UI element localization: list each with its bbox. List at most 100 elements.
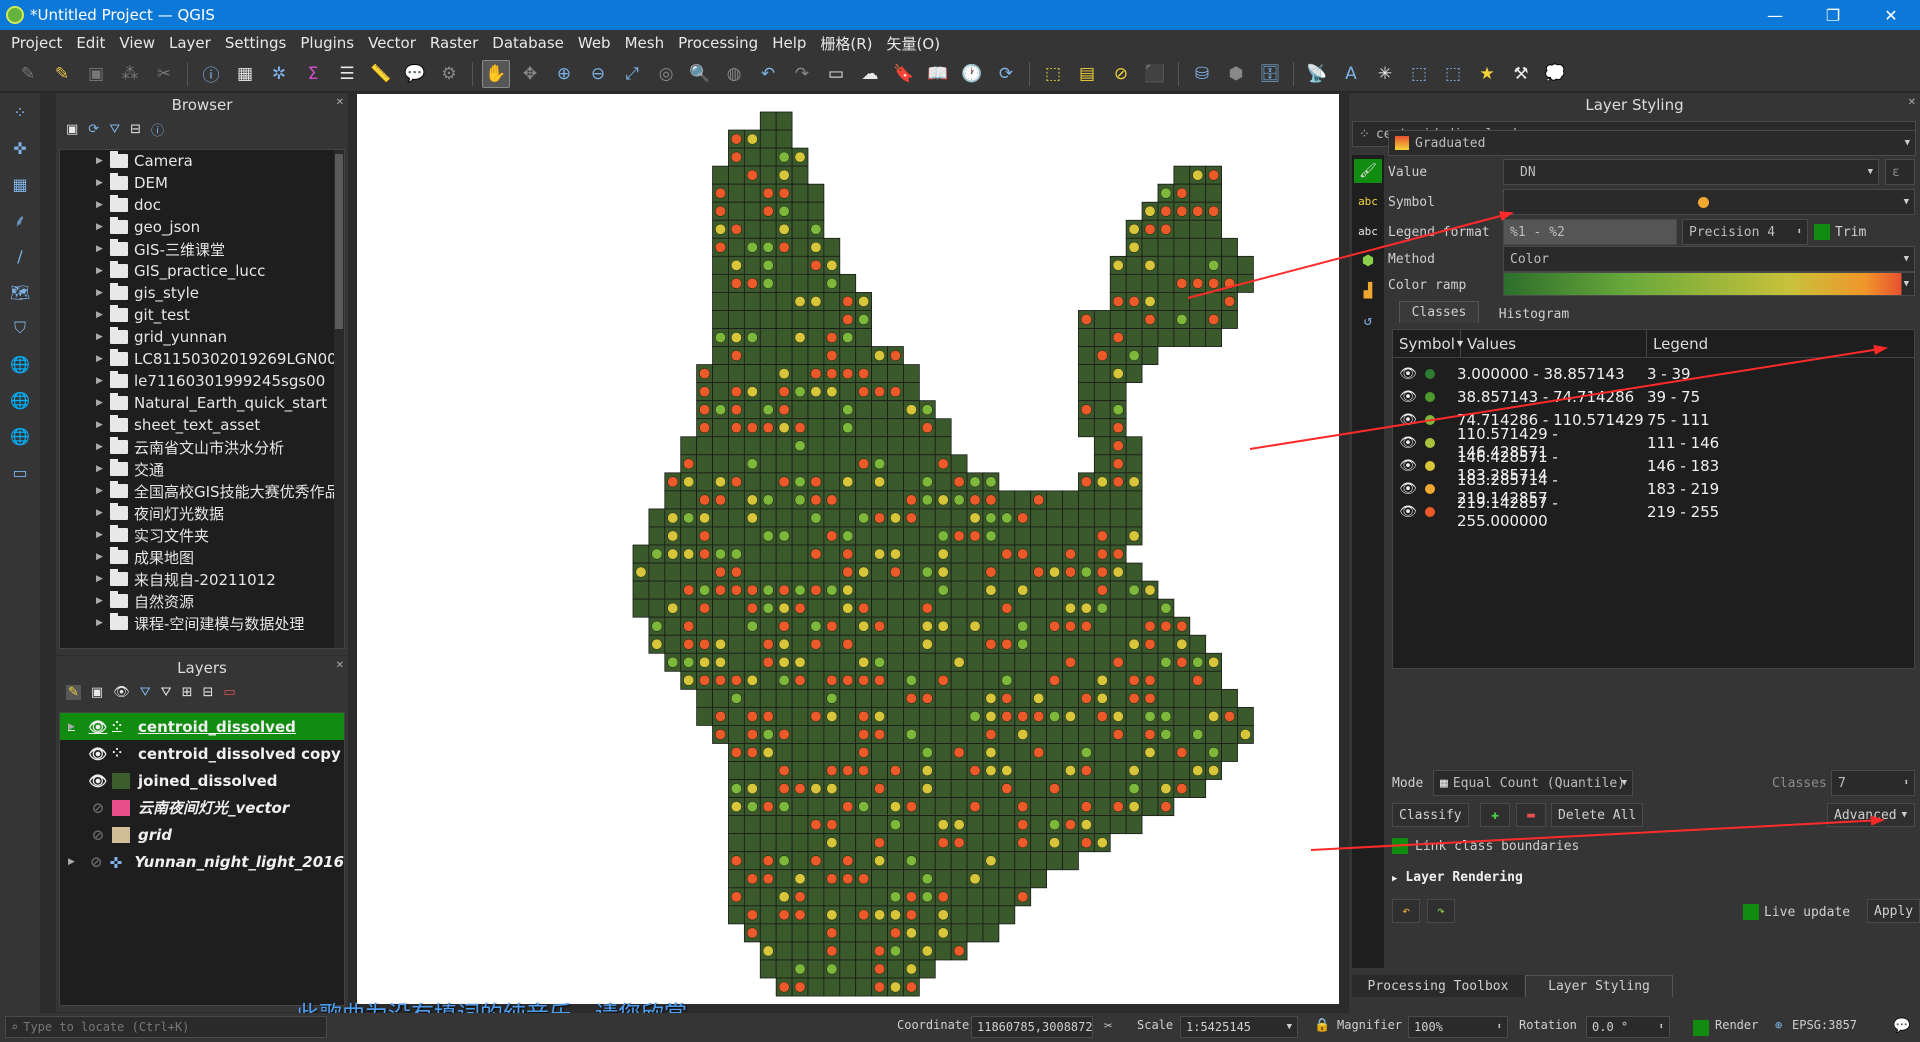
tab-histogram[interactable]: Histogram [1484, 303, 1584, 325]
expand-arrow-icon[interactable]: ▶ [96, 596, 110, 606]
add-virtual-layer-icon[interactable]: ⛉ [7, 315, 33, 341]
expand-arrow-icon[interactable]: ▶ [96, 376, 110, 386]
render-checkbox[interactable] [1693, 1020, 1709, 1036]
zoom-last-icon[interactable]: ↶ [754, 60, 782, 88]
favorite-star-icon[interactable]: ★ [1473, 60, 1501, 88]
renderer-selector[interactable]: Graduated ▼ [1388, 130, 1916, 156]
measure-ruler-icon[interactable]: 📏 [367, 60, 395, 88]
magnifier-spinbox[interactable]: 100% ⬍ [1408, 1016, 1508, 1038]
expand-arrow-icon[interactable]: ▶ [96, 574, 110, 584]
pin-label-icon[interactable]: ✳ [1371, 60, 1399, 88]
add-point-layer-icon[interactable]: ⁘ [7, 99, 33, 125]
browser-folder-item[interactable]: ▶ 全国高校GIS技能大赛优秀作品 [60, 480, 344, 502]
plugin-icon[interactable]: ⚒ [1507, 60, 1535, 88]
browser-folder-item[interactable]: ▶ 来自规自-20211012 [60, 568, 344, 590]
expand-arrow-icon[interactable]: ▶ [96, 508, 110, 518]
pan-hand-icon[interactable]: ✋ [482, 59, 510, 88]
locate-search-input[interactable]: ⌕ Type to locate (Ctrl+K) [5, 1016, 327, 1038]
browser-folder-item[interactable]: ▶ sheet_text_asset [60, 414, 344, 436]
browser-tree[interactable]: ▶ Camera ▶ DEM ▶ doc ▶ geo_json ▶ GIS-三维课堂 ▶ GIS_pr… [59, 149, 345, 649]
classify-button[interactable]: Classify [1392, 803, 1469, 827]
eye-icon[interactable]: 👁 [1393, 458, 1423, 474]
live-update-checbox[interactable] [1743, 904, 1759, 920]
browser-folder-item[interactable]: ▶ 夜间灯光数据 [60, 502, 344, 524]
menu-vector-cn[interactable]: 矢量(O) [880, 33, 948, 54]
digitize-icon[interactable]: ⁂ [116, 60, 144, 88]
menu-database[interactable]: Database [485, 34, 571, 52]
select-location-icon[interactable]: ⬛ [1141, 60, 1169, 88]
settings-gear-icon[interactable]: ✲ [265, 60, 293, 88]
scale-selector[interactable]: 1:5425145 ▼ [1180, 1016, 1298, 1038]
menu-mesh[interactable]: Mesh [618, 34, 672, 52]
zoom-layer-icon[interactable]: 🔍 [686, 60, 714, 88]
open-styling-icon[interactable]: ✎ [66, 684, 81, 700]
add-delimited-layer-icon[interactable]: ⸙ [7, 207, 33, 233]
zoom-in-icon[interactable]: ⊕ [550, 60, 578, 88]
eye-icon[interactable]: 👁 [84, 718, 112, 736]
add-class-icon[interactable]: ✚ [1480, 803, 1510, 827]
tab-processing-toolbox[interactable]: Processing Toolbox [1352, 975, 1524, 997]
eye-icon[interactable]: 👁 [1393, 366, 1423, 382]
symbology-tab-icon[interactable]: 🖌 [1354, 159, 1382, 183]
browser-folder-item[interactable]: ▶ LC81150302019269LGN00 [60, 348, 344, 370]
database-icon[interactable]: ⛁ [1188, 60, 1216, 88]
menu-plugins[interactable]: Plugins [293, 34, 361, 52]
eye-icon[interactable]: 👁 [1393, 435, 1423, 451]
eye-icon[interactable]: 👁 [1393, 481, 1423, 497]
eye-icon[interactable]: 👁 [1393, 412, 1423, 428]
deselect-icon[interactable]: ⊘ [1107, 60, 1135, 88]
action-icon[interactable]: ⚙ [435, 60, 463, 88]
class-color-dot[interactable] [1425, 483, 1435, 494]
masks-tab-icon[interactable]: abc [1354, 219, 1382, 243]
link-boundaries-checkbox[interactable] [1392, 838, 1408, 854]
menu-layer[interactable]: Layer [162, 34, 218, 52]
collapse-all-icon[interactable]: ⊟ [130, 122, 141, 137]
crs-globe-icon[interactable]: ⊕ [1775, 1018, 1782, 1032]
menu-project[interactable]: Project [4, 34, 69, 52]
legend-format-input[interactable]: %1 - %2 [1503, 219, 1677, 245]
redo-icon[interactable]: ↷ [1427, 899, 1455, 923]
zoom-selection-icon[interactable]: ◎ [652, 60, 680, 88]
browser-folder-item[interactable]: ▶ gis_style [60, 282, 344, 304]
expand-arrow-icon[interactable]: ▶ [96, 156, 110, 166]
eye-off-icon[interactable]: ⊘ [84, 799, 112, 817]
messages-icon[interactable]: 💬 [1893, 1018, 1910, 1034]
layer-item[interactable]: ▶ ⊘ ✜ Yunnan_night_light_2016 [60, 848, 344, 875]
3d-view-tab-icon[interactable]: ⬢ [1354, 249, 1382, 273]
annotation-icon[interactable]: 💭 [1541, 60, 1569, 88]
browser-folder-item[interactable]: ▶ 实习文件夹 [60, 524, 344, 546]
labels-tab-icon[interactable]: abc [1354, 189, 1382, 213]
class-color-dot[interactable] [1425, 506, 1435, 517]
select-by-value-icon[interactable]: ▤ [1073, 60, 1101, 88]
refresh-icon[interactable]: ⟳ [88, 122, 99, 137]
expand-arrow-icon[interactable]: ▶ [96, 420, 110, 430]
zoom-full-icon[interactable]: ⤢ [618, 60, 646, 88]
menu-raster-cn[interactable]: 栅格(R) [813, 33, 879, 54]
expand-arrow-icon[interactable]: ▶ [96, 398, 110, 408]
filter-expression-icon[interactable]: ⛛ [161, 685, 172, 700]
layer-item[interactable]: 👁 ⁘ centroid_dissolved copy [60, 740, 344, 767]
refresh-icon[interactable]: ⟳ [992, 60, 1020, 88]
menu-settings[interactable]: Settings [218, 34, 294, 52]
close-button[interactable]: ✕ [1862, 0, 1920, 30]
python-icon[interactable]: ⬢ [1222, 60, 1250, 88]
class-color-dot[interactable] [1425, 437, 1435, 448]
expand-arrow-icon[interactable]: ▶ [96, 354, 110, 364]
select-features-icon[interactable]: ⬚ [1039, 60, 1067, 88]
statistics-sum-icon[interactable]: Σ [299, 60, 327, 88]
expand-arrow-icon[interactable]: ▶ [96, 552, 110, 562]
menu-view[interactable]: View [112, 34, 162, 52]
filter-legend-icon[interactable]: ⛛ [140, 685, 151, 700]
expand-arrow-icon[interactable]: ▶ [96, 486, 110, 496]
layer-item[interactable]: ⊘ grid [60, 821, 344, 848]
browser-folder-item[interactable]: ▶ GIS-三维课堂 [60, 238, 344, 260]
menu-processing[interactable]: Processing [671, 34, 765, 52]
layer-item[interactable]: ⊘ 云南夜间灯光_vector [60, 794, 344, 821]
manage-visibility-icon[interactable]: 👁 [113, 685, 130, 700]
expand-arrow-icon[interactable]: ▶ [96, 288, 110, 298]
move-label-icon[interactable]: ⬚ [1405, 60, 1433, 88]
menu-web[interactable]: Web [571, 34, 618, 52]
expand-arrow-icon[interactable]: ▶ [96, 464, 110, 474]
class-row[interactable]: 👁 3.000000 - 38.857143 3 - 39 [1393, 362, 1915, 385]
menu-edit[interactable]: Edit [69, 34, 112, 52]
